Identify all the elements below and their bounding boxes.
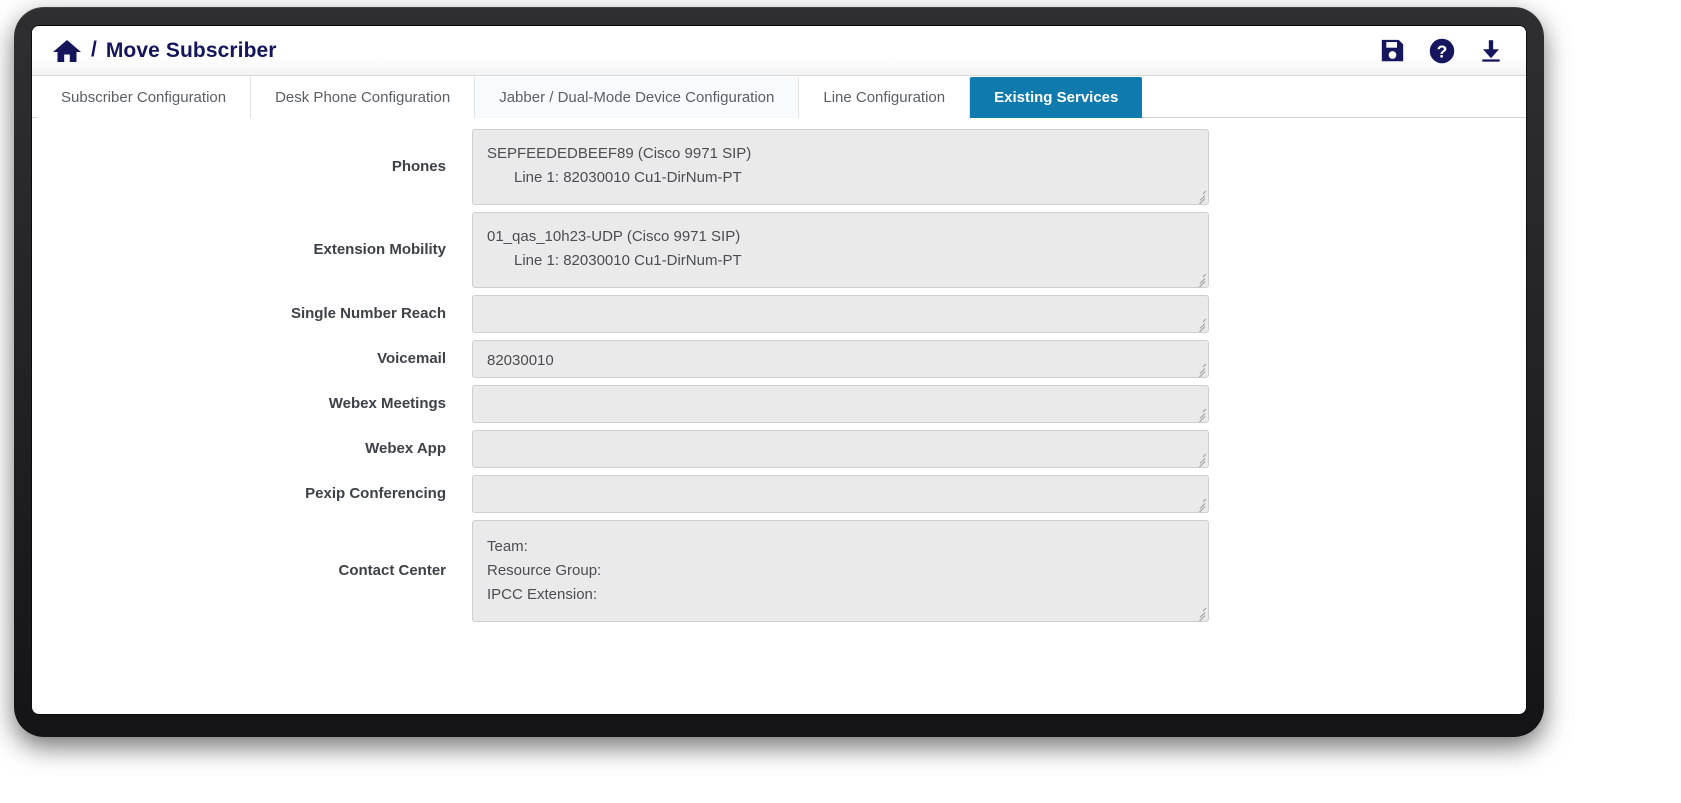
form-row-webex-meetings: Webex Meetings — [32, 385, 1526, 423]
tab-label: Existing Services — [994, 89, 1119, 106]
device-bezel: / Move Subscriber ? Subscriber Configura… — [14, 7, 1544, 737]
field-label-contact-center: Contact Center — [338, 562, 446, 579]
form-row-contact-center: Contact Center Team: Resource Group: IPC… — [32, 520, 1526, 622]
field-single-number-reach[interactable] — [472, 295, 1209, 333]
field-line: Resource Group: — [487, 562, 602, 579]
field-label-single-number-reach: Single Number Reach — [290, 305, 446, 322]
existing-services-form: Phones SEPFEEDEDBEEF89 (Cisco 9971 SIP) … — [32, 118, 1526, 669]
tab-label: Subscriber Configuration — [61, 89, 227, 106]
field-line: Line 1: 82030010 Cu1-DirNum-PT — [514, 252, 742, 269]
field-label-phones: Phones — [391, 158, 446, 175]
breadcrumb: / Move Subscriber — [52, 38, 277, 64]
tab-label: Jabber / Dual-Mode Device Configuration — [499, 89, 775, 106]
form-row-extension-mobility: Extension Mobility 01_qas_10h23-UDP (Cis… — [32, 212, 1526, 288]
tab-existing-services[interactable]: Existing Services — [970, 77, 1143, 118]
form-row-single-number-reach: Single Number Reach — [32, 295, 1526, 333]
resize-grip-icon[interactable] — [1193, 452, 1206, 467]
device-screen: / Move Subscriber ? Subscriber Configura… — [31, 25, 1527, 715]
tab-jabber-dual-mode-device-configuration[interactable]: Jabber / Dual-Mode Device Configuration — [475, 77, 800, 118]
field-line: Line 1: 82030010 Cu1-DirNum-PT — [514, 169, 742, 186]
form-row-pexip-conferencing: Pexip Conferencing — [32, 475, 1526, 513]
field-label-webex-app: Webex App — [365, 440, 446, 457]
form-row-webex-app: Webex App — [32, 430, 1526, 468]
tab-line-configuration[interactable]: Line Configuration — [799, 77, 971, 118]
form-row-phones: Phones SEPFEEDEDBEEF89 (Cisco 9971 SIP) … — [32, 129, 1526, 205]
field-contact-center[interactable]: Team: Resource Group: IPCC Extension: — [472, 520, 1209, 622]
app-header: / Move Subscriber ? — [32, 26, 1526, 76]
resize-grip-icon[interactable] — [1193, 317, 1206, 332]
field-line: SEPFEEDEDBEEF89 (Cisco 9971 SIP) — [487, 145, 752, 162]
breadcrumb-separator: / — [91, 38, 97, 61]
resize-grip-icon[interactable] — [1193, 272, 1206, 287]
screenshot-root: / Move Subscriber ? Subscriber Configura… — [0, 0, 1681, 803]
resize-grip-icon[interactable] — [1193, 606, 1206, 621]
tab-label: Line Configuration — [823, 89, 946, 106]
field-webex-app[interactable] — [472, 430, 1209, 468]
field-line: 82030010 — [487, 352, 554, 369]
field-pexip-conferencing[interactable] — [472, 475, 1209, 513]
field-extension-mobility[interactable]: 01_qas_10h23-UDP (Cisco 9971 SIP) Line 1… — [472, 212, 1209, 288]
field-webex-meetings[interactable] — [472, 385, 1209, 423]
field-line: 01_qas_10h23-UDP (Cisco 9971 SIP) — [487, 228, 741, 245]
tab-bar: Subscriber Configuration Desk Phone Conf… — [32, 76, 1526, 118]
field-label-webex-meetings: Webex Meetings — [328, 395, 446, 412]
download-icon[interactable] — [1478, 37, 1504, 64]
save-icon[interactable] — [1379, 37, 1406, 64]
resize-grip-icon[interactable] — [1193, 362, 1206, 377]
field-label-voicemail: Voicemail — [377, 350, 446, 367]
field-voicemail[interactable]: 82030010 — [472, 340, 1209, 378]
help-icon[interactable]: ? — [1428, 37, 1456, 65]
field-line: Team: — [487, 538, 528, 555]
field-label-pexip-conferencing: Pexip Conferencing — [305, 485, 446, 502]
resize-grip-icon[interactable] — [1193, 497, 1206, 512]
tab-desk-phone-configuration[interactable]: Desk Phone Configuration — [251, 77, 476, 118]
tab-subscriber-configuration[interactable]: Subscriber Configuration — [37, 77, 252, 118]
page-title: Move Subscriber — [105, 38, 277, 62]
home-icon[interactable] — [52, 38, 82, 64]
resize-grip-icon[interactable] — [1193, 189, 1206, 204]
header-actions: ? — [1379, 37, 1504, 65]
field-phones[interactable]: SEPFEEDEDBEEF89 (Cisco 9971 SIP) Line 1:… — [472, 129, 1209, 205]
tab-label: Desk Phone Configuration — [275, 89, 451, 106]
field-line: IPCC Extension: — [487, 586, 598, 603]
form-row-voicemail: Voicemail 82030010 — [32, 340, 1526, 378]
resize-grip-icon[interactable] — [1193, 407, 1206, 422]
field-label-extension-mobility: Extension Mobility — [313, 241, 446, 258]
svg-text:?: ? — [1437, 41, 1448, 61]
